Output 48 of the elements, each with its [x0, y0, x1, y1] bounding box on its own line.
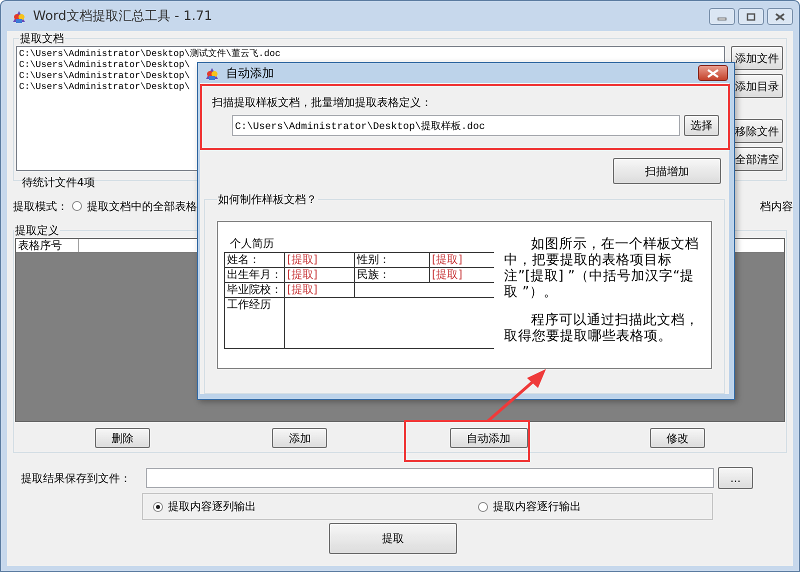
column-header: 表格序号 [16, 239, 79, 252]
radio-option[interactable]: 提取内容逐行输出 [478, 499, 581, 514]
field-label: 出生年月： [224, 268, 284, 282]
minimize-button[interactable] [709, 8, 735, 25]
close-button[interactable] [698, 65, 728, 81]
window-title: Word文档提取汇总工具 - 1.71 [33, 8, 214, 25]
annotation-arrow [487, 369, 546, 422]
template-path-field[interactable]: C:\Users\Administrator\Desktop\提取样板.doc [232, 115, 680, 136]
close-button[interactable] [767, 8, 793, 25]
field-label: 工作经历 [224, 298, 284, 348]
group-title: 提取定义 [14, 223, 60, 238]
definition-button[interactable]: 删除 [95, 428, 150, 448]
file-count: 待统计文件4项 [21, 175, 96, 190]
field-label: 毕业院校： [224, 282, 284, 298]
extract-marker: [提取] [284, 252, 355, 268]
dialog-title: 自动添加 [226, 64, 275, 82]
extract-marker: [提取] [284, 268, 355, 282]
group-title: 提取文档 [19, 31, 65, 46]
close-icon [707, 68, 719, 78]
definition-button[interactable]: 添加 [272, 428, 328, 448]
file-item[interactable]: C:\Users\Administrator\Desktop\测试文件\董云飞.doc [19, 48, 722, 59]
output-label: 提取结果保存到文件： [21, 470, 132, 486]
scan-add-button[interactable]: 扫描增加 [613, 158, 721, 184]
definition-button[interactable]: 修改 [650, 428, 705, 448]
side-button[interactable]: 添加文件 [731, 46, 783, 70]
extract-marker: [提取] [429, 268, 494, 282]
sample-heading: 个人简历 [229, 236, 275, 251]
maximize-button[interactable] [738, 8, 764, 25]
mode-text: 档内容 [760, 198, 793, 214]
extract-marker: [提取] [284, 282, 355, 298]
instruction-text: 如图所示，在一个样板文档中，把要提取的表格项目标注”[提取] ”（中括号加汉字“提取 ”）。 [504, 236, 700, 300]
group-title: 如何制作样板文档？ [217, 192, 318, 207]
extract-marker: [提取] [429, 252, 494, 268]
scan-prompt: 扫描提取样板文档，批量增加提取表格定义： [212, 95, 433, 110]
close-icon [775, 12, 785, 20]
choose-button[interactable]: 选择 [684, 115, 719, 136]
radio-option[interactable]: 提取内容逐列输出 [153, 499, 256, 514]
extract-button[interactable]: 提取 [329, 523, 457, 554]
output-file-field[interactable] [146, 468, 714, 488]
browse-button[interactable]: ... [718, 467, 753, 489]
radio-option[interactable]: 提取文档中的全部表格 [72, 198, 197, 214]
field-label: 民族： [354, 268, 430, 282]
mode-label: 提取模式： [13, 198, 68, 214]
field-label: 姓名： [224, 252, 284, 268]
instruction-text: 程序可以通过扫描此文档，取得您要提取哪些表格项。 [504, 312, 700, 344]
field-label: 性别： [354, 252, 430, 268]
maximize-icon [746, 12, 756, 20]
definition-button[interactable]: 自动添加 [450, 428, 528, 448]
